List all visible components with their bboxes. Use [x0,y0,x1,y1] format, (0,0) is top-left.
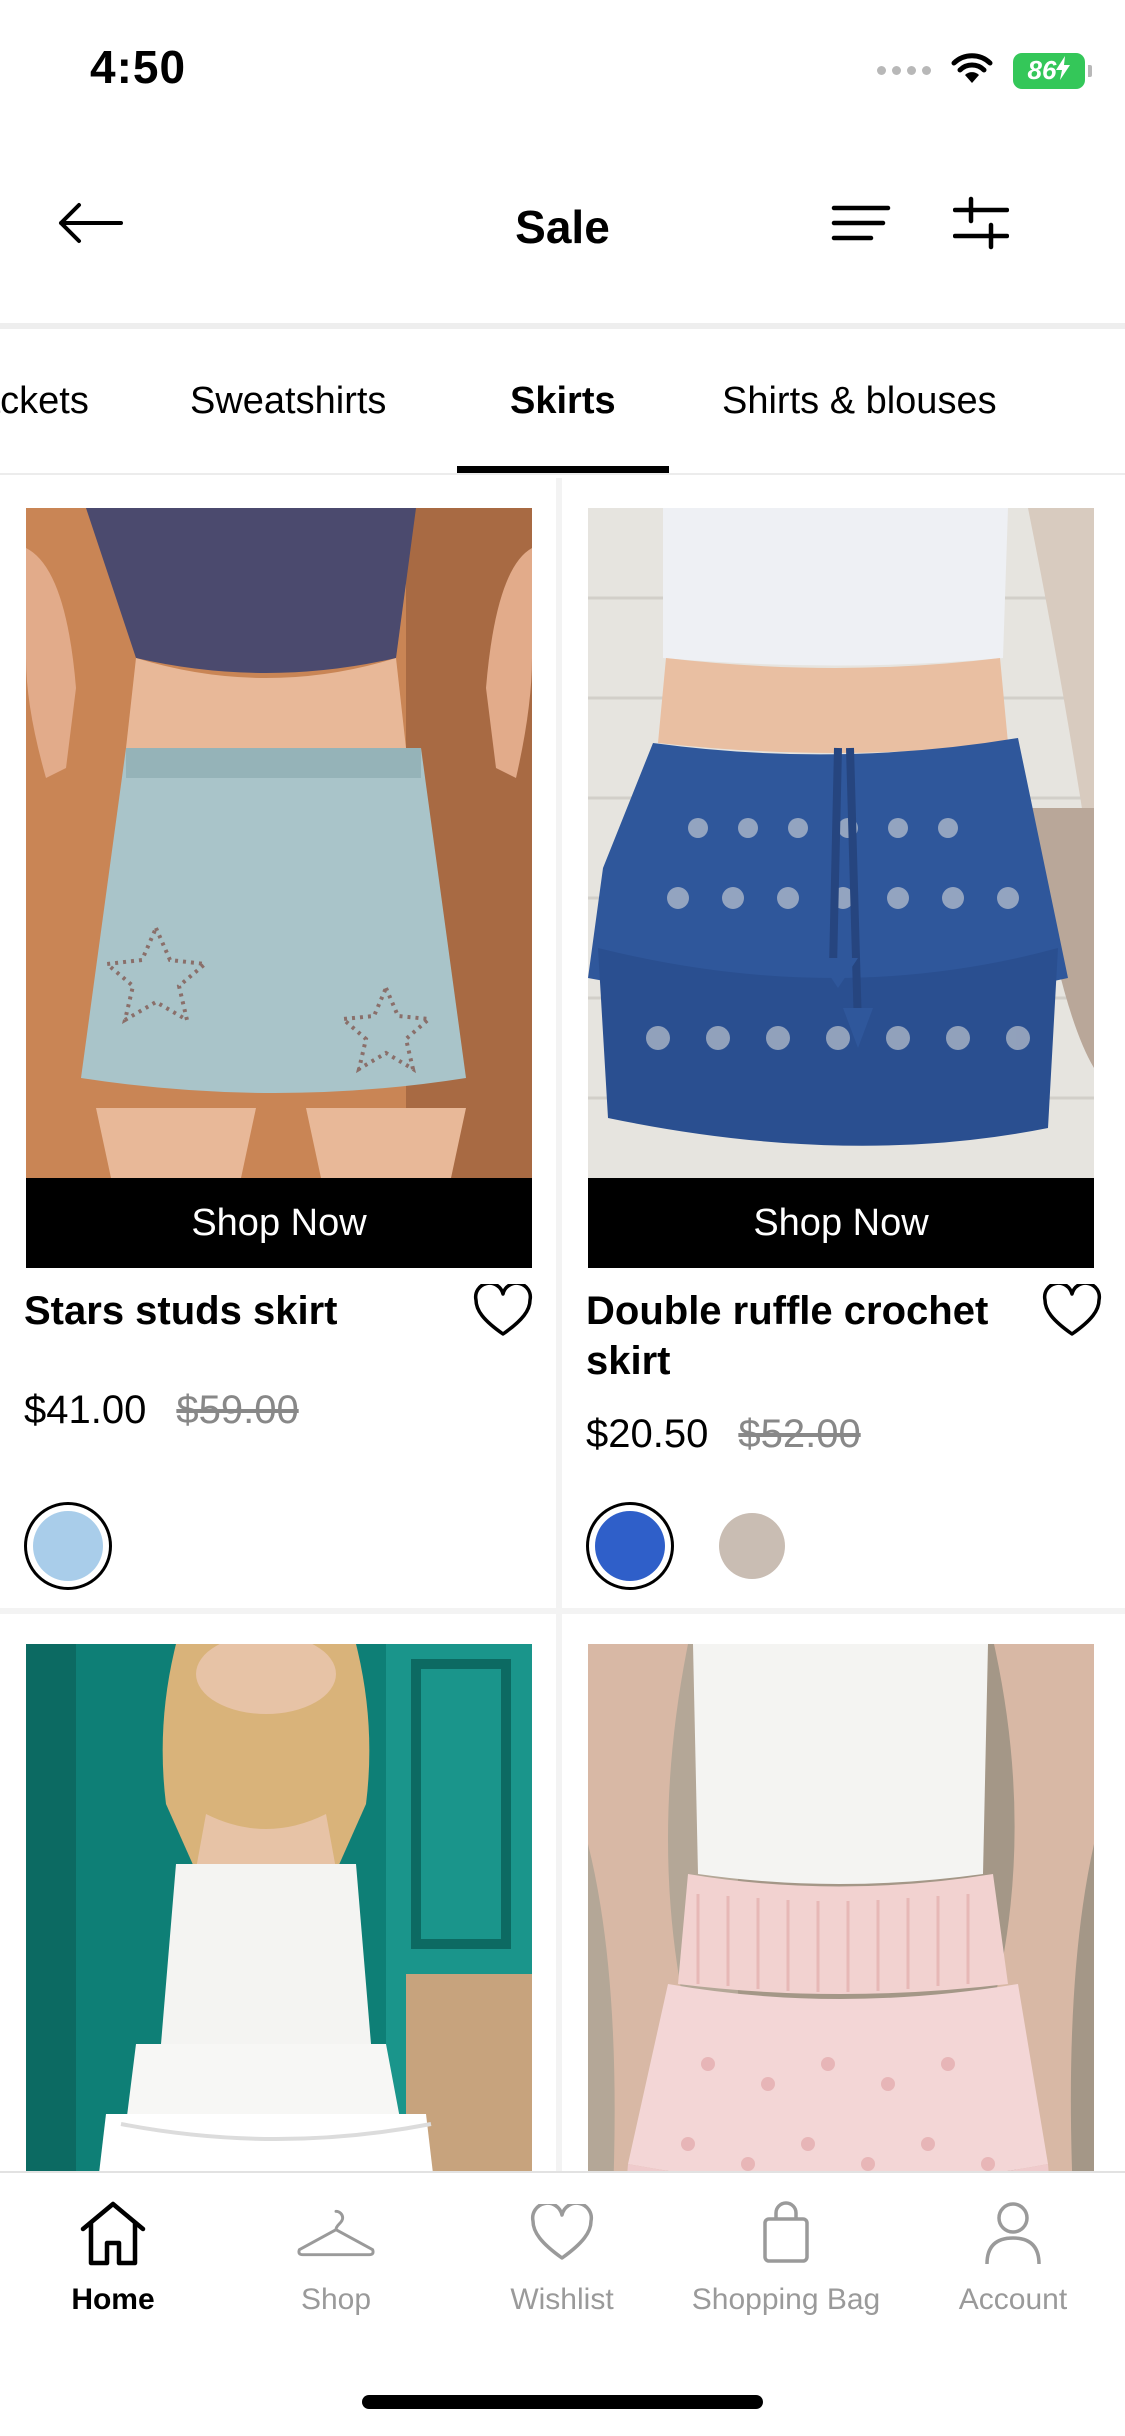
color-swatch[interactable] [708,1502,796,1590]
heart-icon [1042,1280,1102,1343]
product-image[interactable] [588,508,1094,1178]
active-tab-indicator [457,466,669,473]
price-row: $20.50 $52.00 [586,1412,861,1457]
sliders-icon [952,196,1010,255]
product-card[interactable]: Shop Now Stars studs skirt $41.00 $59.00 [0,478,556,1608]
nav-label: Shop [300,2283,372,2316]
original-price: $59.00 [176,1388,299,1432]
battery-level: 86 [1027,55,1057,85]
color-swatches [24,1502,112,1590]
category-tabs: Jackets Sweatshirts Skirts Shirts & blou… [0,330,1125,475]
product-grid: Shop Now Stars studs skirt $41.00 $59.00 [0,478,1125,2171]
product-image[interactable] [26,508,532,1178]
nav-shopping-bag[interactable]: Shopping Bag [676,2193,896,2317]
hanger-icon [296,2193,376,2273]
sale-price: $20.50 [586,1412,709,1456]
sale-price: $41.00 [24,1388,147,1432]
product-name[interactable]: Stars studs skirt [24,1286,454,1336]
wishlist-button[interactable] [472,1280,534,1343]
nav-label: Wishlist [510,2283,614,2316]
tab-sweatshirts[interactable]: Sweatshirts [190,380,386,423]
nav-label: Account [958,2283,1068,2316]
filter-button[interactable] [946,195,1016,255]
product-name[interactable]: Double ruffle crochet skirt [586,1286,1016,1386]
product-image[interactable] [26,1644,532,2171]
tab-shirts-blouses[interactable]: Shirts & blouses [722,380,997,423]
status-bar: 4:50 86 [0,0,1125,130]
wifi-icon [949,50,995,91]
nav-label: Home [71,2283,155,2316]
product-card[interactable] [0,1614,556,2171]
sort-button[interactable] [826,195,896,255]
wishlist-button[interactable] [1041,1280,1103,1343]
shop-now-button[interactable]: Shop Now [588,1178,1094,1268]
header-divider [0,323,1125,329]
nav-wishlist[interactable]: Wishlist [452,2193,672,2317]
nav-shop[interactable]: Shop [226,2193,446,2317]
price-row: $41.00 $59.00 [24,1388,299,1433]
color-swatch[interactable] [586,1502,674,1590]
home-indicator [362,2395,763,2409]
sort-lines-icon [831,203,891,248]
charging-bolt-icon [1056,56,1071,85]
tab-jackets[interactable]: Jackets [0,380,89,423]
product-card[interactable] [562,1614,1125,2171]
heart-icon [473,1280,533,1343]
home-icon [73,2193,153,2273]
shopping-bag-icon [746,2193,826,2273]
status-time: 4:50 [90,41,187,93]
shop-now-button[interactable]: Shop Now [26,1178,532,1268]
user-icon [973,2193,1053,2273]
nav-label: Shopping Bag [691,2283,881,2316]
original-price: $52.00 [738,1412,861,1456]
color-swatch-fill [33,1511,103,1581]
color-swatch-fill [595,1511,665,1581]
product-card[interactable]: Shop Now Double ruffle crochet skirt $20… [562,478,1125,1608]
status-icons: 86 [877,50,1092,91]
color-swatch-fill [719,1513,785,1579]
product-image[interactable] [588,1644,1094,2171]
nav-account[interactable]: Account [903,2193,1123,2317]
heart-icon [522,2193,602,2273]
color-swatches [586,1502,796,1590]
nav-home[interactable]: Home [3,2193,223,2317]
cellular-signal-icon [877,66,931,75]
tab-skirts[interactable]: Skirts [510,380,616,423]
battery-icon: 86 [1013,52,1092,89]
app-header: Sale [0,150,1125,325]
color-swatch[interactable] [24,1502,112,1590]
